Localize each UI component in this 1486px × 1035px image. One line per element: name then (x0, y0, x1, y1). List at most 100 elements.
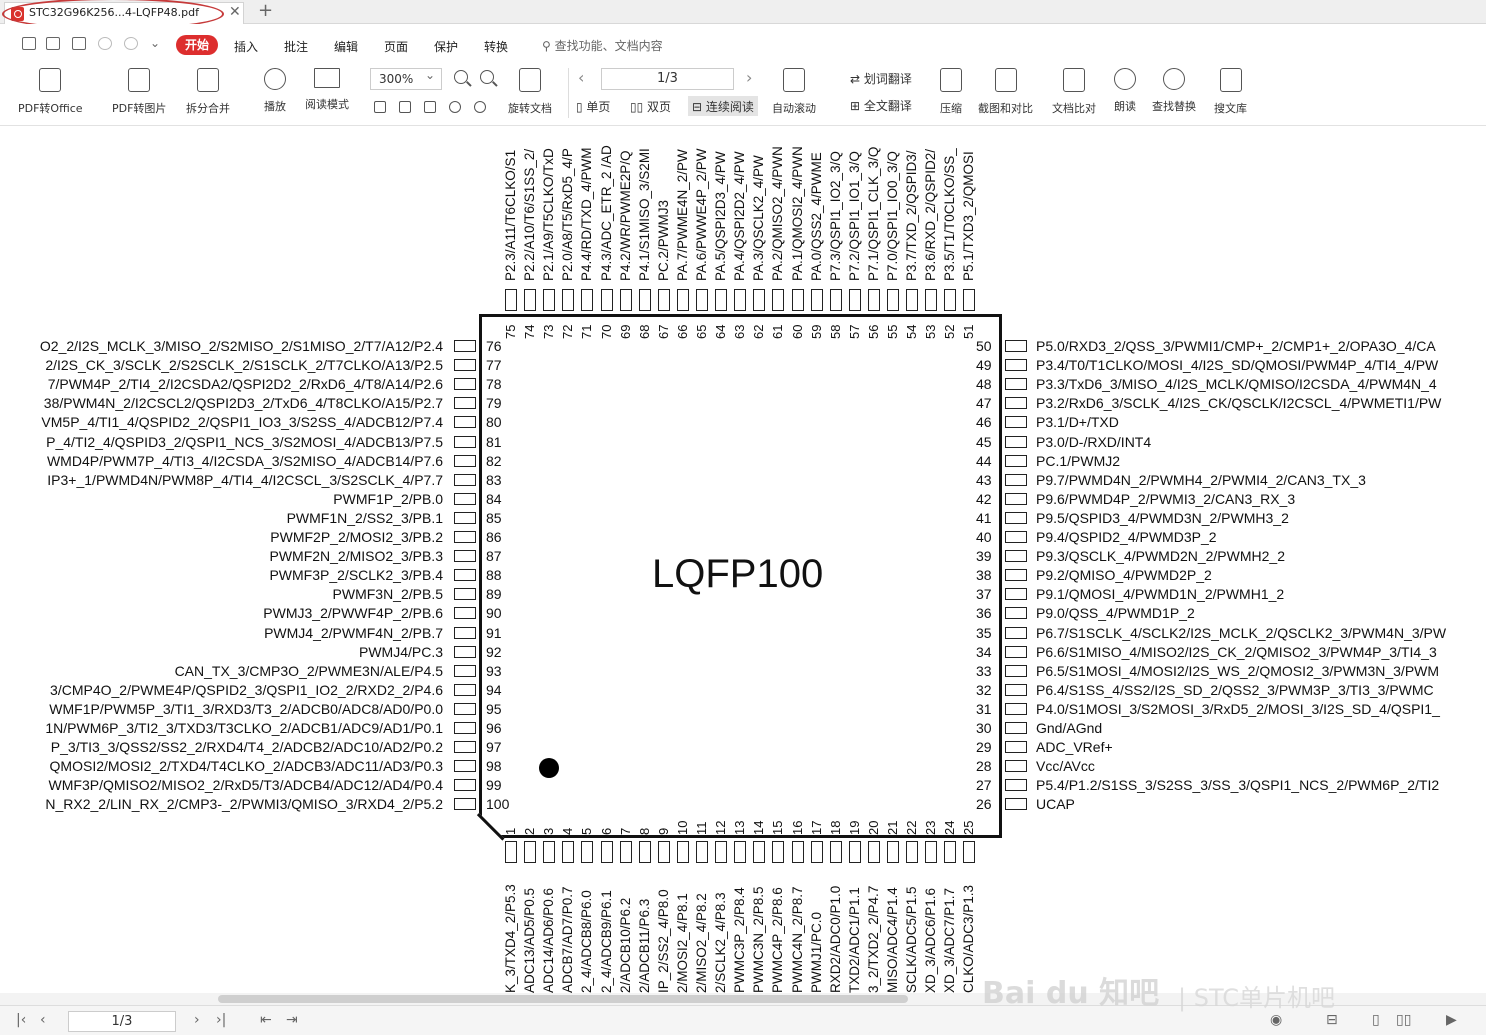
top-pin-number: 52 (942, 324, 958, 339)
fit-width-icon[interactable] (424, 101, 436, 113)
right-pin-label: P9.3/QSCLK_4/PWMD2N_2/PWMH2_2 (1036, 548, 1285, 565)
single-page-icon: ▯ (576, 100, 587, 114)
left-pin-lead (454, 397, 476, 410)
bottom-pin-label: ADC14/AD6/P0.6 (541, 887, 557, 993)
left-pin-number: 77 (486, 357, 502, 374)
single-view-icon[interactable]: ▯ (1372, 1012, 1380, 1028)
top-pin-label: P3.5/T1/T0CLKO/SS_ (942, 148, 958, 281)
next-page-icon[interactable]: › (746, 68, 752, 87)
top-pin-number: 74 (522, 324, 538, 339)
save-icon[interactable] (46, 37, 60, 50)
next-page-status-icon[interactable]: › (194, 1012, 200, 1028)
document-canvas[interactable]: LQFP100 76 O2_2/I2S_MCLK_3/MISO_2/S2MISO_… (0, 127, 1486, 993)
rotate-right-icon[interactable] (474, 101, 486, 113)
double-page-button[interactable]: ▯▯ 双页 (626, 96, 675, 116)
document-tab[interactable]: STC32G96K256...4-LQFP48.pdf ✕ (4, 2, 244, 24)
zoom-in-icon[interactable] (480, 70, 494, 84)
print-icon[interactable] (72, 37, 86, 50)
pdf-to-office-button[interactable]: PDF转Office (18, 68, 83, 116)
rotate-document-icon (519, 68, 541, 92)
translate-word-label: 划词翻译 (863, 72, 912, 86)
new-tab-button[interactable]: + (258, 0, 273, 21)
bottom-pin-lead (944, 841, 957, 863)
single-page-button[interactable]: ▯ 单页 (572, 96, 614, 116)
undo-icon[interactable] (98, 37, 112, 50)
left-pin-number: 93 (486, 662, 502, 679)
pdf-to-image-button[interactable]: PDF转图片 (112, 68, 166, 116)
double-page-label: 双页 (647, 100, 672, 114)
menu-edit[interactable]: 编辑 (334, 38, 358, 55)
forward-icon[interactable]: ⇥ (286, 1012, 298, 1028)
rotate-document-button[interactable]: 旋转文档 (508, 68, 552, 116)
continuous-read-label: 连续阅读 (705, 100, 754, 114)
first-page-icon[interactable]: |‹ (16, 1012, 26, 1028)
last-page-icon[interactable]: ›| (216, 1012, 226, 1028)
find-replace-button[interactable]: 查找替换 (1152, 68, 1196, 114)
bottom-pin-number: 14 (751, 820, 767, 835)
watermark-subtext: | STC单片机吧 (1178, 984, 1335, 1012)
right-pin-number: 48 (976, 376, 992, 393)
right-pin-lead (1005, 760, 1027, 773)
left-pin-number: 76 (486, 338, 502, 354)
bottom-pin-label: 2_4/ADCB8/P6.0 (579, 890, 595, 993)
pdf-to-office-label: PDF转Office (18, 102, 83, 115)
quick-access-dropdown-icon[interactable]: ⌄ (150, 36, 160, 50)
translate-word-button[interactable]: ⇄ 划词翻译 (846, 68, 916, 88)
top-pin-number: 70 (598, 324, 614, 339)
bottom-pin-number: 19 (846, 820, 862, 835)
left-pin-number: 83 (486, 471, 502, 488)
doc-compare-button[interactable]: 文档比对 (1052, 68, 1096, 116)
rotate-left-icon[interactable] (449, 101, 461, 113)
top-pin-label: PA.1/QMOSI2_4/PWN (789, 146, 805, 281)
play-status-icon[interactable]: ▶ (1446, 1012, 1457, 1028)
top-pin-label: P7.0/QSPI1_IO0_3/Q (885, 151, 900, 281)
menu-annotate[interactable]: 批注 (284, 38, 308, 55)
prev-page-icon[interactable]: ‹ (578, 68, 584, 87)
bottom-pin-lead (772, 841, 785, 863)
split-merge-button[interactable]: 拆分合并 (186, 68, 230, 116)
bottom-pin-label: PWMC4N_2/P8.7 (789, 886, 805, 993)
redo-icon[interactable] (124, 37, 138, 50)
scrollbar-thumb[interactable] (218, 995, 908, 1003)
prev-page-status-icon[interactable]: ‹ (40, 1012, 46, 1028)
translate-full-button[interactable]: ⊞ 全文翻译 (846, 95, 916, 115)
close-tab-icon[interactable]: ✕ (229, 4, 241, 20)
zoom-out-icon[interactable] (454, 70, 468, 84)
open-folder-icon[interactable] (22, 37, 36, 50)
top-pin-lead (963, 289, 976, 311)
bottom-pin-lead (657, 841, 670, 863)
compress-button[interactable]: 压缩 (940, 68, 962, 116)
menu-protect[interactable]: 保护 (434, 38, 458, 55)
fit-page-icon[interactable] (399, 101, 411, 113)
continuous-read-button[interactable]: ⊟ 连续阅读 (688, 96, 758, 116)
menu-page[interactable]: 页面 (384, 38, 408, 55)
search-library-button[interactable]: 搜文库 (1214, 68, 1247, 116)
top-pin-number: 59 (808, 324, 824, 339)
page-number-input[interactable]: 1/3 (601, 68, 734, 90)
chip-package-name: LQFP100 (652, 552, 824, 596)
double-view-icon[interactable]: ▯▯ (1396, 1012, 1411, 1028)
read-mode-button[interactable]: 阅读模式 (305, 68, 349, 112)
function-search[interactable]: ⚲ 查找功能、文档内容 (542, 37, 663, 54)
left-pin-label: 1N/PWM6P_3/TI2_3/TXD3/T3CLKO_2/ADCB1/ADC… (45, 720, 443, 736)
tab-bar: STC32G96K256...4-LQFP48.pdf ✕ + (0, 0, 1486, 30)
eye-protect-icon[interactable]: ◉ (1270, 1012, 1282, 1028)
right-pin-label: P9.6/PWMD4P_2/PWMI3_2/CAN3_RX_3 (1036, 490, 1296, 507)
continuous-view-icon[interactable]: ⊟ (1326, 1012, 1338, 1028)
play-button[interactable]: 播放 (264, 68, 286, 114)
menu-convert[interactable]: 转换 (484, 38, 508, 55)
status-page-input[interactable]: 1/3 (68, 1011, 176, 1032)
zoom-select[interactable]: 300% (370, 68, 442, 90)
actual-size-icon[interactable] (374, 101, 386, 113)
menu-start[interactable]: 开始 (176, 35, 218, 55)
translate-icon: ⇄ (850, 72, 864, 86)
auto-scroll-icon (783, 68, 805, 92)
left-pin-label: PWMF3P_2/SCLK2_3/PB.4 (269, 567, 443, 584)
read-aloud-button[interactable]: 朗读 (1114, 68, 1136, 114)
back-icon[interactable]: ⇤ (260, 1012, 272, 1028)
menu-insert[interactable]: 插入 (234, 38, 258, 55)
screenshot-compare-button[interactable]: 截图和对比 (978, 68, 1033, 116)
left-pin-number: 96 (486, 720, 502, 736)
left-pin-number: 98 (486, 758, 502, 775)
auto-scroll-button[interactable]: 自动滚动 (772, 68, 816, 116)
